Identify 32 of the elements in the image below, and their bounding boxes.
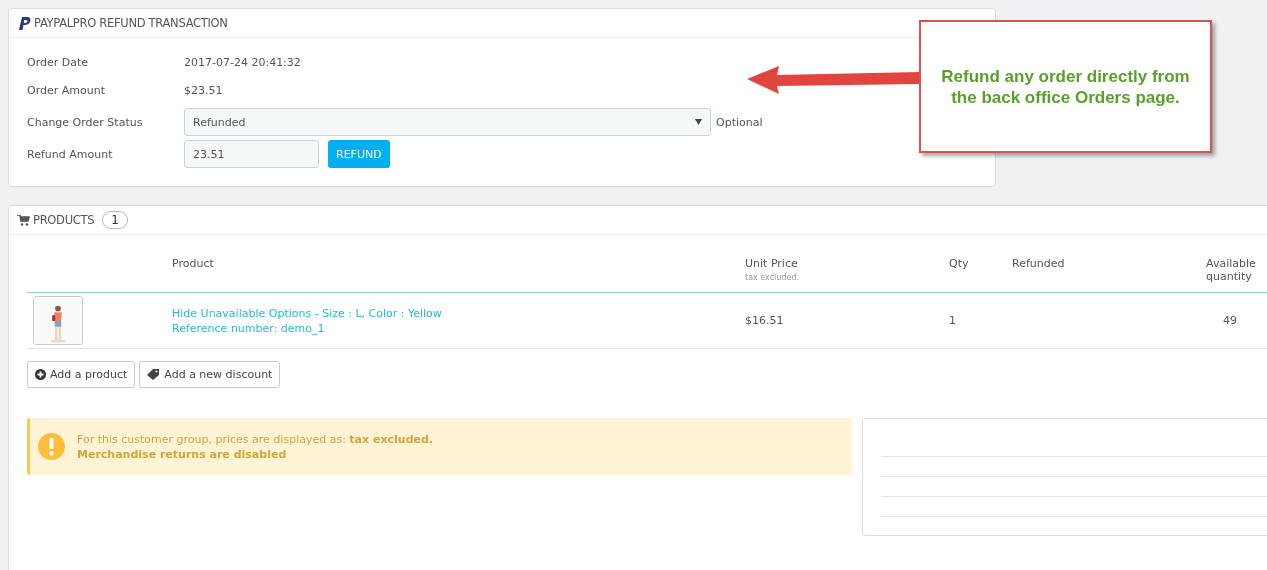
- arrow-icon: [745, 65, 920, 97]
- column-header: Product: [172, 235, 745, 293]
- field-value: $23.51: [184, 83, 223, 97]
- add-product-button[interactable]: Add a product: [27, 361, 136, 388]
- refund-amount-field[interactable]: 23.51: [184, 140, 319, 168]
- caret-icon: [695, 119, 702, 125]
- table-cell: $16.51: [745, 293, 922, 349]
- column-header: Unit Price: [745, 257, 798, 270]
- field-label: Order Amount: [27, 83, 106, 97]
- plus-circle-icon: [35, 369, 46, 380]
- callout-box: Refund any order directly from the back office Orders page.: [919, 20, 1212, 153]
- status-select[interactable]: Refunded: [184, 108, 711, 136]
- optional-hint: Optional: [716, 115, 763, 129]
- field-label: Change Order Status: [27, 115, 144, 129]
- column-header: Refunded: [1012, 235, 1179, 293]
- panel-title: PRODUCTS: [33, 213, 95, 227]
- table-cell: 1: [922, 293, 1012, 349]
- warning-icon: [38, 433, 65, 460]
- table-cell: 49: [1179, 293, 1267, 349]
- tag-icon: [147, 369, 161, 380]
- alert-note: Merchandise returns are disabled: [77, 446, 288, 462]
- paypal-logo-icon: [17, 15, 31, 31]
- field-label: Refund Amount: [27, 147, 114, 161]
- add-discount-button[interactable]: Add a new discount: [139, 361, 281, 388]
- field-value: 2017-07-24 20:41:32: [184, 55, 301, 69]
- field-label: Order Date: [27, 55, 90, 69]
- panel-title: PAYPALPRO REFUND TRANSACTION: [34, 16, 228, 30]
- column-header: Available quantity: [1179, 235, 1267, 293]
- column-subheader: tax excluded.: [745, 273, 800, 282]
- cart-icon: [17, 214, 30, 226]
- alert-message: For this customer group, prices are displayed as: tax excluded.: [77, 431, 434, 447]
- column-header: Qty: [922, 235, 1012, 293]
